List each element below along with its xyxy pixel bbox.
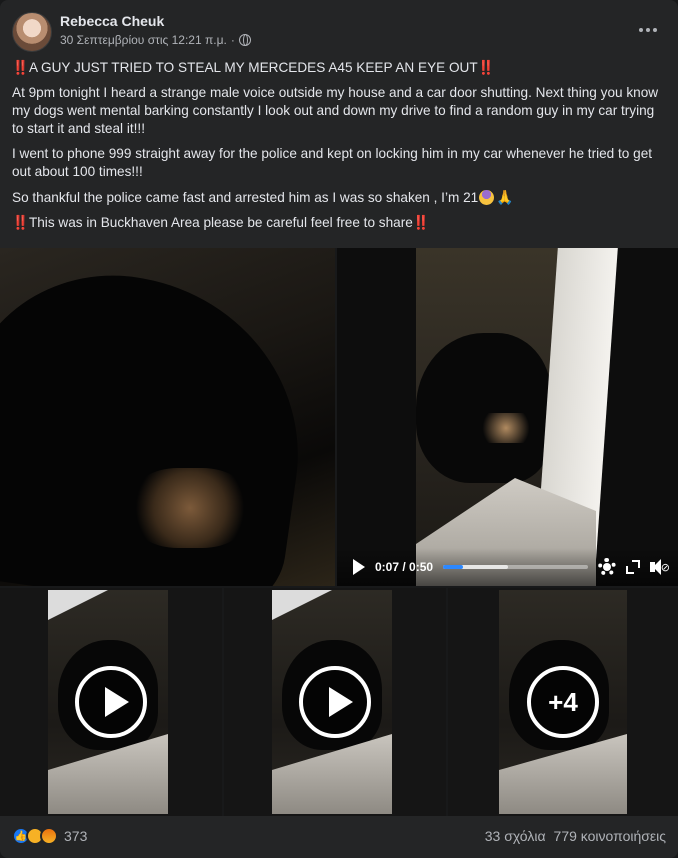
double-exclamation-icon: ‼️ <box>412 215 430 230</box>
paragraph-text: So thankful the police came fast and arr… <box>12 190 479 205</box>
post-headline: ‼️ A GUY JUST TRIED TO STEAL MY MERCEDES … <box>12 59 666 77</box>
media-grid: 0:07 / 0:50 ⊘ +4 <box>0 248 678 816</box>
globe-icon[interactable] <box>238 34 251 46</box>
post-timestamp[interactable]: 30 Σεπτεμβρίου στις 12:21 π.μ. <box>60 33 227 47</box>
post-paragraph: At 9pm tonight I heard a strange male vo… <box>12 85 659 136</box>
more-media-tile[interactable]: +4 <box>448 588 678 816</box>
double-exclamation-icon: ‼️ <box>12 60 29 75</box>
video-player[interactable] <box>337 248 678 586</box>
post-card: Rebecca Cheuk 30 Σεπτεμβρίου στις 12:21 … <box>0 0 678 858</box>
post-paragraph: So thankful the police came fast and arr… <box>12 188 666 207</box>
avatar[interactable] <box>12 12 52 52</box>
reactions-summary[interactable]: 👍 373 <box>12 827 87 845</box>
car-image <box>416 333 551 483</box>
play-icon[interactable] <box>353 559 365 575</box>
play-button-icon[interactable] <box>299 666 371 738</box>
reaction-count: 373 <box>64 828 88 844</box>
interior-light <box>130 468 250 548</box>
shares-count[interactable]: 779 κοινοποιήσεις <box>554 828 666 844</box>
double-exclamation-icon: ‼️ <box>477 60 495 75</box>
author-name[interactable]: Rebecca Cheuk <box>60 13 164 29</box>
video-frame <box>416 248 618 586</box>
more-options-icon[interactable] <box>630 16 666 44</box>
window-image <box>272 590 332 620</box>
meta-separator: · <box>230 33 235 47</box>
post-paragraph: ‼️ This was in Buckhaven Area please be c… <box>12 214 666 232</box>
paragraph-text: This was in Buckhaven Area please be car… <box>28 215 413 230</box>
angry-reaction-icon <box>40 827 58 845</box>
window-image <box>48 590 108 620</box>
play-button-icon[interactable] <box>75 666 147 738</box>
praying-hands-icon: 🙏 <box>496 189 514 205</box>
double-exclamation-icon: ‼️ <box>12 215 29 230</box>
post-body: ‼️ A GUY JUST TRIED TO STEAL MY MERCEDES … <box>12 59 666 239</box>
photo-tile[interactable] <box>0 248 335 586</box>
seek-bar[interactable] <box>443 565 588 569</box>
post-paragraph: I went to phone 999 straight away for th… <box>12 146 653 179</box>
video-thumbnail[interactable] <box>0 588 222 816</box>
post-footer: 👍 373 33 σχόλια 779 κοινοποιήσεις <box>12 822 666 850</box>
seek-progress <box>443 565 464 569</box>
more-media-count[interactable]: +4 <box>527 666 599 738</box>
headline-text: A GUY JUST TRIED TO STEAL MY MERCEDES A4… <box>28 60 478 75</box>
video-time: 0:07 / 0:50 <box>375 560 434 574</box>
post-header: Rebecca Cheuk 30 Σεπτεμβρίου στις 12:21 … <box>12 10 666 54</box>
mute-icon[interactable]: ⊘ <box>650 559 670 575</box>
scared-face-icon <box>479 190 495 205</box>
interior-light <box>476 413 536 443</box>
video-thumbnail[interactable] <box>224 588 446 816</box>
engagement-stats: 33 σχόλια 779 κοινοποιήσεις <box>485 828 666 844</box>
post-meta: 30 Σεπτεμβρίου στις 12:21 π.μ. · <box>60 33 251 47</box>
comments-count[interactable]: 33 σχόλια <box>485 828 546 844</box>
fullscreen-icon[interactable] <box>626 560 640 574</box>
video-controls: 0:07 / 0:50 ⊘ <box>337 548 678 586</box>
gear-icon[interactable] <box>598 558 616 576</box>
